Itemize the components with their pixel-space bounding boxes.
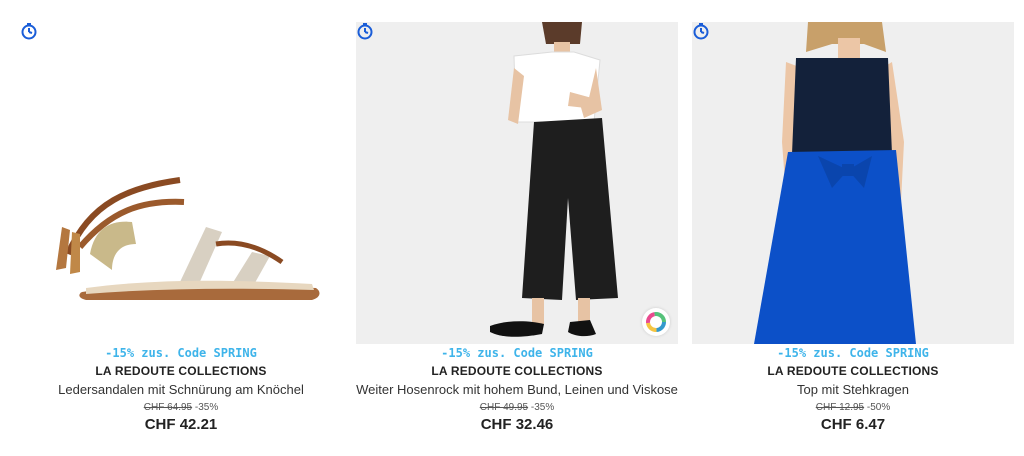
product-name[interactable]: Weiter Hosenrock mit hohem Bund, Leinen … <box>356 382 678 397</box>
current-price: CHF 42.21 <box>144 416 218 433</box>
product-info: -15% zus. Code SPRING LA REDOUTE COLLECT… <box>356 344 678 433</box>
old-price-line: CHF 12.95 -50% <box>692 402 1014 413</box>
product-image[interactable] <box>692 22 1014 344</box>
old-price: CHF 49.95 <box>479 402 529 413</box>
discount-badge: -35% <box>530 402 555 413</box>
old-price-line: CHF 49.95 -35% <box>356 402 678 413</box>
product-brand[interactable]: LA REDOUTE COLLECTIONS <box>356 364 678 378</box>
current-price: CHF 6.47 <box>820 416 886 433</box>
product-image[interactable] <box>356 22 678 344</box>
timer-icon <box>21 23 37 40</box>
promo-code: -15% zus. Code SPRING <box>441 346 593 360</box>
old-price-line: CHF 64.95 -35% <box>20 402 342 413</box>
discount-badge: -50% <box>866 402 891 413</box>
product-brand[interactable]: LA REDOUTE COLLECTIONS <box>692 364 1014 378</box>
product-brand[interactable]: LA REDOUTE COLLECTIONS <box>20 364 342 378</box>
timer-icon <box>693 23 709 40</box>
promo-code: -15% zus. Code SPRING <box>105 346 257 360</box>
top-model-image <box>754 22 916 344</box>
product-card[interactable]: -15% zus. Code SPRING LA REDOUTE COLLECT… <box>20 22 342 442</box>
current-price: CHF 32.46 <box>480 416 554 433</box>
product-info: -15% zus. Code SPRING LA REDOUTE COLLECT… <box>692 344 1014 433</box>
old-price: CHF 12.95 <box>815 402 865 413</box>
product-name[interactable]: Ledersandalen mit Schnürung am Knöchel <box>20 382 342 397</box>
old-price: CHF 64.95 <box>143 402 193 413</box>
color-swatch-icon[interactable] <box>642 308 670 336</box>
product-name[interactable]: Top mit Stehkragen <box>692 382 1014 397</box>
culottes-model-image <box>490 22 618 337</box>
discount-badge: -35% <box>194 402 219 413</box>
product-card[interactable]: -15% zus. Code SPRING LA REDOUTE COLLECT… <box>692 22 1014 442</box>
timer-icon <box>357 23 373 40</box>
product-image[interactable] <box>20 22 342 344</box>
product-grid: -15% zus. Code SPRING LA REDOUTE COLLECT… <box>20 22 1014 442</box>
product-card[interactable]: -15% zus. Code SPRING LA REDOUTE COLLECT… <box>356 22 678 442</box>
product-info: -15% zus. Code SPRING LA REDOUTE COLLECT… <box>20 344 342 433</box>
sandal-image <box>56 177 320 300</box>
promo-code: -15% zus. Code SPRING <box>777 346 929 360</box>
